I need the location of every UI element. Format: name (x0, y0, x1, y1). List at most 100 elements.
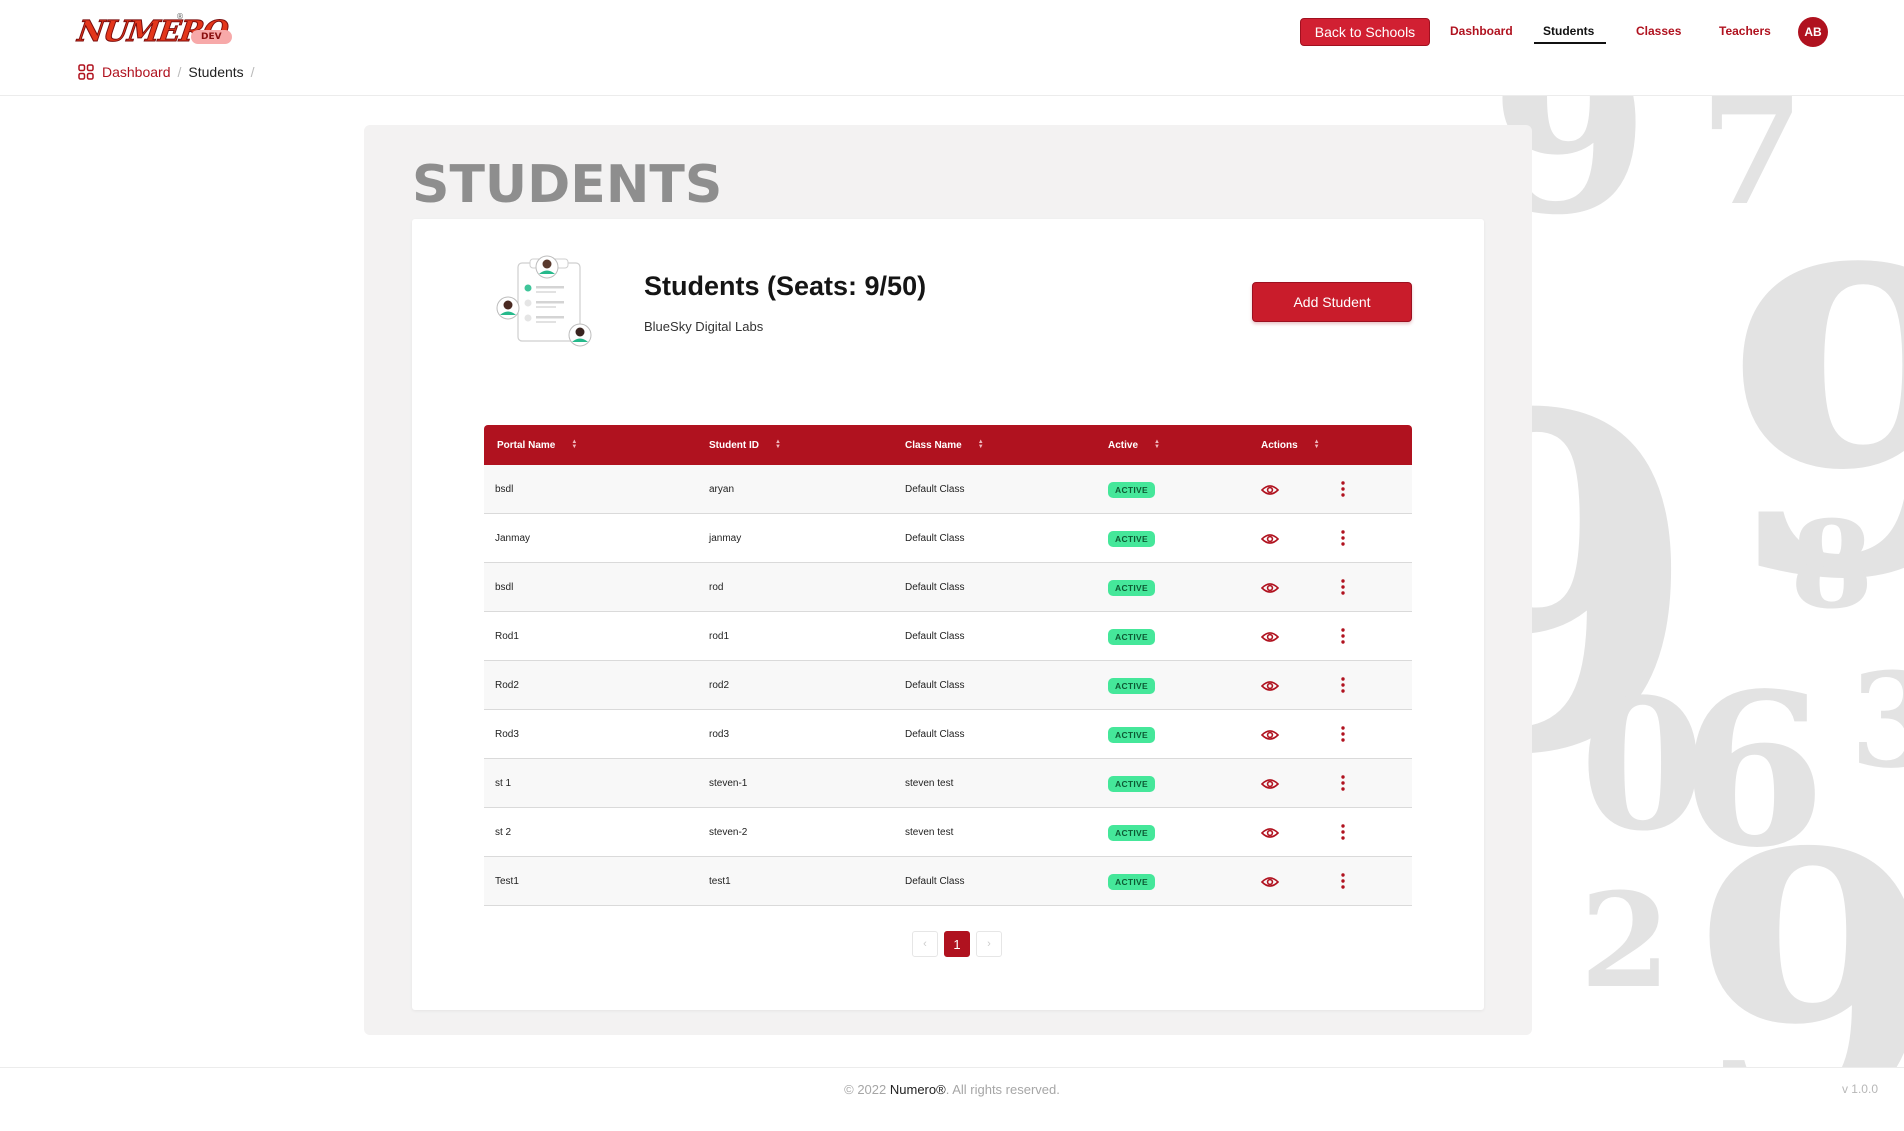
cell-active: ACTIVE (1108, 465, 1155, 514)
view-eye-icon[interactable] (1261, 484, 1279, 496)
cell-portal-name: st 2 (495, 827, 512, 838)
cell-class-name: Default Class (905, 533, 965, 544)
students-list-illustration (496, 255, 592, 347)
column-header-actions[interactable]: Actions ▲ ▼ (1261, 425, 1320, 465)
back-to-schools-button[interactable]: Back to Schools (1300, 18, 1430, 46)
next-page-button[interactable]: › (976, 931, 1002, 957)
table-row[interactable]: Rod3 rod3 Default Class ACTIVE (484, 710, 1412, 759)
environment-badge: DEV (191, 30, 232, 44)
cell-active: ACTIVE (1108, 661, 1155, 710)
user-avatar[interactable]: AB (1798, 17, 1828, 47)
cell-actions (1261, 857, 1345, 906)
cell-portal-name: bsdl (495, 484, 514, 495)
cell-portal-name: Rod2 (495, 680, 519, 691)
view-eye-icon[interactable] (1261, 631, 1279, 643)
cell-actions (1261, 661, 1345, 710)
students-panel: STUDENTS Students (Seats: 9/50) BlueSky … (364, 125, 1532, 1035)
cell-student-id: rod1 (709, 631, 730, 642)
cell-student-id: rod2 (709, 680, 730, 691)
breadcrumb: Dashboard / Students / (78, 64, 262, 80)
status-badge: ACTIVE (1108, 873, 1155, 890)
view-eye-icon[interactable] (1261, 533, 1279, 545)
table-row[interactable]: st 1 steven-1 steven test ACTIVE (484, 759, 1412, 808)
column-header-portal-name[interactable]: Portal Name ▲ ▼ (497, 425, 577, 465)
cell-actions (1261, 759, 1345, 808)
view-eye-icon[interactable] (1261, 680, 1279, 692)
cell-actions (1261, 710, 1345, 759)
numero-logo[interactable]: NUMERO ® (75, 12, 230, 54)
students-table: Portal Name ▲ ▼ Student ID ▲ ▼ Class Name … (484, 425, 1412, 906)
sort-icon[interactable]: ▲ ▼ (571, 439, 577, 450)
cell-student-id: steven-2 (709, 827, 748, 838)
cell-class-name: Default Class (905, 876, 965, 887)
cell-class-name: Default Class (905, 484, 965, 495)
footer-brand: Numero® (889, 1082, 946, 1097)
previous-page-button[interactable]: ‹ (912, 931, 938, 957)
cell-active: ACTIVE (1108, 514, 1155, 563)
status-badge: ACTIVE (1108, 579, 1155, 596)
status-badge: ACTIVE (1108, 530, 1155, 547)
cell-active: ACTIVE (1108, 710, 1155, 759)
column-header-active[interactable]: Active ▲ ▼ (1108, 425, 1160, 465)
breadcrumb-current: Students (188, 64, 244, 80)
nav-link-students[interactable]: Students (1543, 24, 1594, 38)
breadcrumb-dashboard-link[interactable]: Dashboard (102, 64, 171, 80)
copyright: © 2022 Numero®. All rights reserved. (844, 1082, 1060, 1097)
view-eye-icon[interactable] (1261, 827, 1279, 839)
cell-portal-name: Rod3 (495, 729, 519, 740)
add-student-button[interactable]: Add Student (1252, 282, 1412, 322)
school-name: BlueSky Digital Labs (644, 319, 764, 334)
students-seats-heading: Students (Seats: 9/50) (644, 271, 927, 301)
dashboard-grid-icon (78, 64, 94, 80)
sort-icon[interactable]: ▲ ▼ (1314, 439, 1320, 450)
table-header: Portal Name ▲ ▼ Student ID ▲ ▼ Class Name … (484, 425, 1412, 465)
cell-student-id: janmay (709, 533, 742, 544)
cell-actions (1261, 808, 1345, 857)
cell-student-id: rod (709, 582, 724, 593)
cell-active: ACTIVE (1108, 857, 1155, 906)
cell-active: ACTIVE (1108, 612, 1155, 661)
table-row[interactable]: st 2 steven-2 steven test ACTIVE (484, 808, 1412, 857)
pagination: ‹ 1 › (912, 931, 1002, 957)
nav-link-dashboard[interactable]: Dashboard (1450, 24, 1513, 38)
table-row[interactable]: bsdl rod Default Class ACTIVE (484, 563, 1412, 612)
cell-active: ACTIVE (1108, 563, 1155, 612)
status-badge: ACTIVE (1108, 677, 1155, 694)
sort-icon[interactable]: ▲ ▼ (1154, 439, 1160, 450)
cell-portal-name: st 1 (495, 778, 512, 789)
table-row[interactable]: Rod1 rod1 Default Class ACTIVE (484, 612, 1412, 661)
cell-actions (1261, 563, 1345, 612)
sort-icon[interactable]: ▲ ▼ (775, 439, 781, 450)
cell-student-id: steven-1 (709, 778, 748, 789)
cell-portal-name: bsdl (495, 582, 514, 593)
students-card: Students (Seats: 9/50) BlueSky Digital L… (412, 219, 1484, 1010)
cell-portal-name: Rod1 (495, 631, 519, 642)
cell-class-name: Default Class (905, 582, 965, 593)
current-page-button[interactable]: 1 (944, 931, 970, 957)
column-header-class-name[interactable]: Class Name ▲ ▼ (905, 425, 984, 465)
view-eye-icon[interactable] (1261, 582, 1279, 594)
table-row[interactable]: bsdl aryan Default Class ACTIVE (484, 465, 1412, 514)
breadcrumb-separator: / (177, 64, 182, 80)
cell-class-name: Default Class (905, 729, 965, 740)
view-eye-icon[interactable] (1261, 729, 1279, 741)
nav-link-teachers[interactable]: Teachers (1719, 24, 1771, 38)
cell-class-name: steven test (905, 827, 954, 838)
view-eye-icon[interactable] (1261, 876, 1279, 888)
table-row[interactable]: Janmay janmay Default Class ACTIVE (484, 514, 1412, 563)
sort-icon[interactable]: ▲ ▼ (978, 439, 984, 450)
cell-student-id: rod3 (709, 729, 730, 740)
table-row[interactable]: Rod2 rod2 Default Class ACTIVE (484, 661, 1412, 710)
view-eye-icon[interactable] (1261, 778, 1279, 790)
top-navigation-bar: NUMERO ® DEV Back to Schools Dashboard S… (0, 0, 1904, 96)
nav-link-classes[interactable]: Classes (1636, 24, 1681, 38)
cell-active: ACTIVE (1108, 808, 1155, 857)
table-row[interactable]: Test1 test1 Default Class ACTIVE (484, 857, 1412, 906)
app-version: v 1.0.0 (1841, 1082, 1878, 1096)
breadcrumb-separator: / (250, 64, 255, 80)
status-badge: ACTIVE (1108, 775, 1155, 792)
status-badge: ACTIVE (1108, 726, 1155, 743)
column-header-student-id[interactable]: Student ID ▲ ▼ (709, 425, 781, 465)
logo-registered-mark: ® (176, 12, 184, 21)
cell-actions (1261, 612, 1345, 661)
